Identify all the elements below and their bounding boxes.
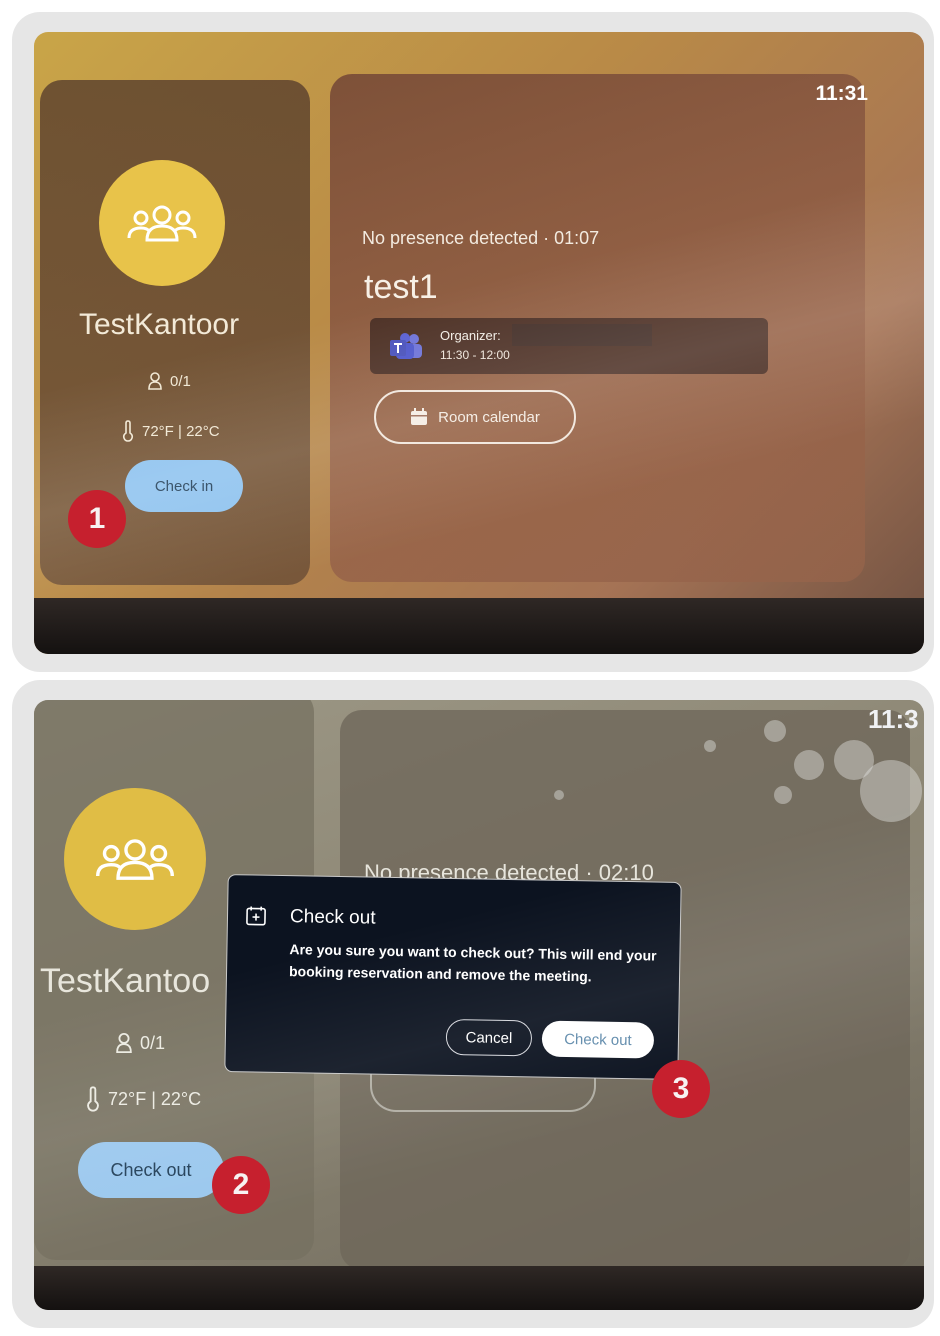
occupancy-status: 0/1 xyxy=(116,1032,165,1054)
confirm-check-out-button[interactable]: Check out xyxy=(541,1020,655,1059)
organizer-name-redacted xyxy=(512,324,652,346)
person-icon xyxy=(116,1032,132,1054)
occupancy-value: 0/1 xyxy=(170,372,191,390)
meeting-title: test1 xyxy=(364,268,438,306)
clock: 11:31 xyxy=(815,82,868,105)
occupancy-value: 0/1 xyxy=(140,1032,166,1053)
meeting-time: 11:30 - 12:00 xyxy=(440,348,510,362)
dialog-title: Check out xyxy=(289,906,376,929)
calendar-icon xyxy=(411,408,428,425)
temperature-value: 72°F | 22°C xyxy=(142,422,220,440)
calendar-plus-icon xyxy=(246,906,266,926)
screenshot-check-out: TestKantoo 0/1 72°F | 22°C Check out 11:… xyxy=(12,680,934,1328)
check-out-dialog: Check out Are you sure you want to check… xyxy=(224,874,682,1080)
room-name: TestKantoor xyxy=(79,308,240,341)
room-avatar xyxy=(64,788,206,930)
device-bezel xyxy=(34,1266,924,1310)
group-icon xyxy=(96,839,174,880)
group-icon xyxy=(127,205,197,242)
device-bezel xyxy=(34,598,924,654)
room-calendar-label: Room calendar xyxy=(438,408,540,426)
temperature-status: 72°F | 22°C xyxy=(86,1086,201,1112)
teams-icon xyxy=(390,333,422,359)
presence-status: No presence detected · 01:07 xyxy=(362,228,600,248)
temperature-value: 72°F | 22°C xyxy=(108,1088,202,1109)
step-badge-3: 3 xyxy=(652,1060,710,1118)
thermometer-icon xyxy=(87,1086,99,1112)
thermometer-icon xyxy=(122,420,134,442)
screenshot-check-in: TestKantoor 0/1 72°F | 22°C Check in 11:… xyxy=(12,12,934,672)
room-avatar xyxy=(99,160,225,286)
cancel-button[interactable]: Cancel xyxy=(445,1018,533,1057)
occupancy-status: 0/1 xyxy=(148,372,191,390)
clock: 11:3 xyxy=(868,704,919,734)
room-name: TestKantoo xyxy=(40,962,211,1000)
check-out-button[interactable]: Check out xyxy=(78,1142,224,1198)
room-panel-display: TestKantoor 0/1 72°F | 22°C Check in 11:… xyxy=(34,32,924,654)
temperature-status: 72°F | 22°C xyxy=(122,420,220,442)
room-calendar-button[interactable]: Room calendar xyxy=(374,390,576,444)
check-in-button[interactable]: Check in xyxy=(125,460,243,512)
organizer-label: Organizer: xyxy=(440,328,501,343)
meeting-card[interactable]: Organizer: 11:30 - 12:00 xyxy=(370,318,768,374)
person-icon xyxy=(148,372,162,390)
dialog-message: Are you sure you want to check out? This… xyxy=(288,941,657,985)
room-panel-display: TestKantoo 0/1 72°F | 22°C Check out 11:… xyxy=(34,700,924,1310)
step-badge-1: 1 xyxy=(68,490,126,548)
step-badge-2: 2 xyxy=(212,1156,270,1214)
